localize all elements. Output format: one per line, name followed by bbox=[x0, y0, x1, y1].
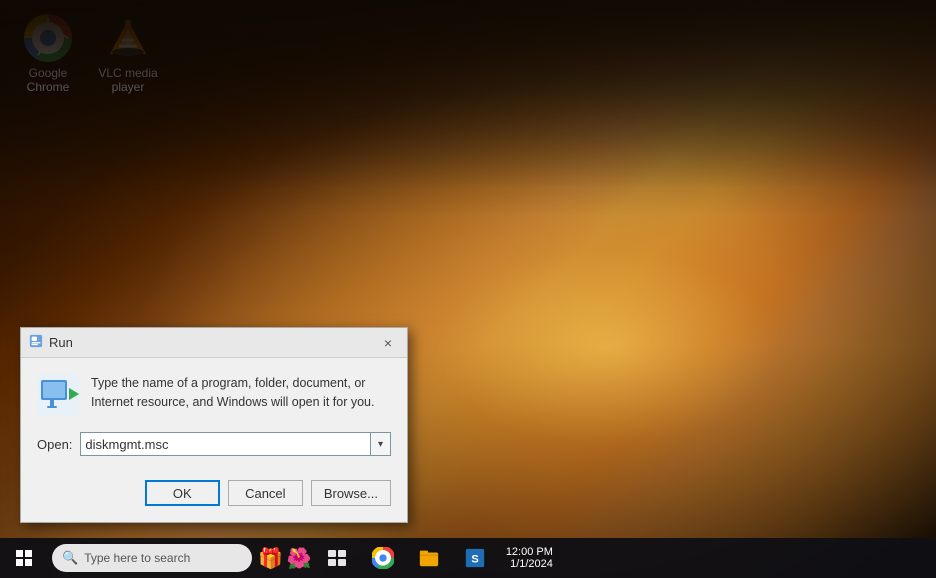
svg-text:S: S bbox=[471, 554, 478, 566]
taskbar: 🔍 Type here to search 🎁 🌺 bbox=[0, 538, 936, 578]
task-view-button[interactable] bbox=[315, 538, 359, 578]
taskbar-app-icon[interactable]: S bbox=[453, 538, 497, 578]
run-close-button[interactable]: × bbox=[377, 332, 399, 354]
taskbar-gift-area: 🎁 🌺 bbox=[256, 546, 314, 571]
taskbar-search-bar[interactable]: 🔍 Type here to search bbox=[52, 544, 252, 572]
run-ok-button[interactable]: OK bbox=[145, 480, 220, 506]
desktop-icon-chrome[interactable]: Google Chrome bbox=[8, 10, 88, 99]
windows-logo-icon bbox=[16, 550, 32, 566]
system-tray: 12:00 PM 1/1/2024 bbox=[498, 546, 561, 570]
start-button[interactable] bbox=[0, 538, 48, 578]
run-dialog-body: Type the name of a program, folder, docu… bbox=[21, 358, 407, 522]
run-title-icon bbox=[29, 334, 43, 351]
run-cancel-button[interactable]: Cancel bbox=[228, 480, 303, 506]
system-clock-time: 12:00 PM bbox=[506, 546, 553, 558]
run-titlebar: Run × bbox=[21, 328, 407, 358]
run-info-section: Type the name of a program, folder, docu… bbox=[37, 374, 391, 416]
run-description-text: Type the name of a program, folder, docu… bbox=[91, 374, 391, 412]
gift-icon: 🎁 bbox=[258, 546, 283, 571]
run-command-input[interactable] bbox=[80, 432, 371, 456]
run-dropdown-button[interactable]: ▾ bbox=[371, 432, 391, 456]
run-dialog: Run × bbox=[20, 327, 408, 523]
system-clock-date: 1/1/2024 bbox=[506, 558, 553, 570]
flowers-icon: 🌺 bbox=[287, 546, 312, 571]
search-icon: 🔍 bbox=[62, 550, 78, 566]
search-placeholder-text: Type here to search bbox=[84, 551, 190, 565]
run-browse-button[interactable]: Browse... bbox=[311, 480, 391, 506]
desktop: Google Chrome VLC media player bbox=[0, 0, 936, 578]
desktop-icon-vlc[interactable]: VLC media player bbox=[88, 10, 168, 99]
chrome-icon-label: Google Chrome bbox=[12, 66, 84, 95]
taskbar-file-explorer-icon[interactable] bbox=[407, 538, 451, 578]
run-large-icon bbox=[37, 374, 79, 416]
vlc-icon-label: VLC media player bbox=[92, 66, 164, 95]
run-buttons-row: OK Cancel Browse... bbox=[37, 472, 391, 510]
run-input-row: Open: ▾ bbox=[37, 432, 391, 456]
run-open-label: Open: bbox=[37, 437, 72, 452]
run-dialog-title: Run bbox=[49, 335, 377, 350]
taskbar-chrome-icon[interactable] bbox=[361, 538, 405, 578]
